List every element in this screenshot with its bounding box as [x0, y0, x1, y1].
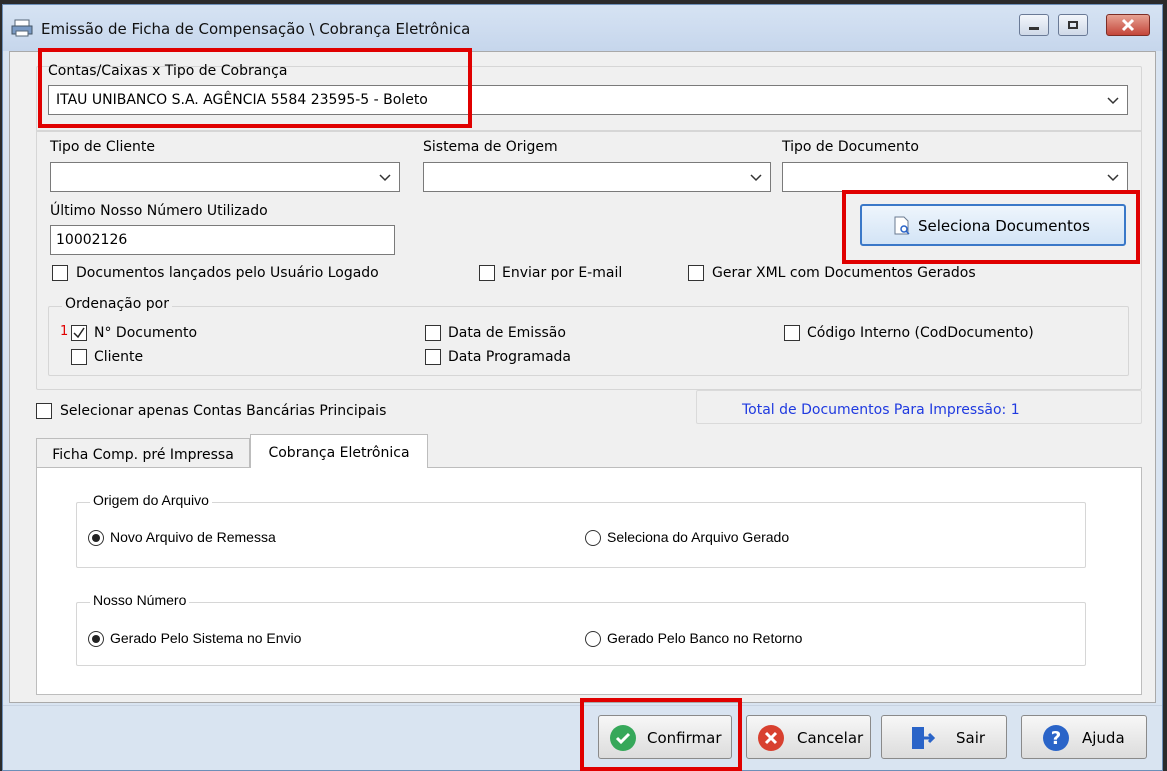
sair-button[interactable]: Sair [881, 715, 1007, 759]
enviar-email-label: Enviar por E-mail [502, 265, 623, 281]
highlight-contas [38, 48, 472, 128]
seleciona-arquivo-radio[interactable] [585, 530, 601, 546]
tipo-cliente-combo[interactable] [50, 162, 400, 192]
data-emissao-label: Data de Emissão [448, 325, 566, 341]
minimize-icon [1029, 26, 1039, 30]
n-documento-checkbox[interactable] [71, 325, 87, 341]
gerar-xml-label: Gerar XML com Documentos Gerados [712, 265, 976, 281]
ajuda-label: Ajuda [1082, 729, 1125, 747]
usuario-logado-label: Documentos lançados pelo Usuário Logado [76, 265, 379, 281]
tipo-cliente-label: Tipo de Cliente [50, 139, 156, 155]
cancelar-label: Cancelar [797, 729, 864, 747]
close-icon [1121, 18, 1135, 32]
printer-app-icon [11, 19, 33, 37]
window-title: Emissão de Ficha de Compensação \ Cobran… [41, 20, 471, 38]
data-programada-checkbox[interactable] [425, 349, 441, 365]
ordenacao-title: Ordenação por [62, 296, 172, 312]
minimize-button[interactable] [1019, 14, 1049, 36]
codigo-interno-label: Código Interno (CodDocumento) [807, 325, 1034, 341]
gerado-banco-radio[interactable] [585, 631, 601, 647]
ultimo-nosso-numero-field[interactable]: 10002126 [50, 225, 395, 255]
maximize-icon [1068, 21, 1078, 29]
ajuda-button[interactable]: ? Ajuda [1021, 715, 1147, 759]
gerado-banco-label: Gerado Pelo Banco no Retorno [607, 630, 803, 646]
tab-cobranca-eletronica[interactable]: Cobrança Eletrônica [250, 434, 428, 468]
sistema-origem-label: Sistema de Origem [423, 139, 558, 155]
n-documento-label: N° Documento [94, 325, 198, 341]
chevron-down-icon [379, 174, 391, 182]
nosso-numero-title: Nosso Número [90, 592, 190, 608]
enviar-email-checkbox[interactable] [479, 265, 495, 281]
data-emissao-checkbox[interactable] [425, 325, 441, 341]
dialog-body: Contas/Caixas x Tipo de Cobrança ITAU UN… [9, 51, 1156, 703]
cancel-circle-icon [758, 725, 784, 751]
highlight-seleciona [842, 190, 1140, 264]
tipo-documento-label: Tipo de Documento [782, 139, 919, 155]
gerar-xml-checkbox[interactable] [688, 265, 704, 281]
exit-door-icon [912, 727, 936, 749]
total-documentos: Total de Documentos Para Impressão: 1 [742, 402, 1020, 418]
data-programada-label: Data Programada [448, 349, 571, 365]
highlight-confirmar [580, 698, 742, 771]
chevron-down-icon [750, 174, 762, 182]
chevron-down-icon [1107, 174, 1119, 182]
contas-principais-label: Selecionar apenas Contas Bancárias Princ… [60, 403, 387, 419]
contas-principais-checkbox[interactable] [36, 403, 52, 419]
help-icon: ? [1043, 725, 1069, 751]
usuario-logado-checkbox[interactable] [52, 265, 68, 281]
order-number: 1 [60, 324, 69, 339]
novo-arquivo-label: Novo Arquivo de Remessa [110, 529, 276, 545]
ultimo-nosso-numero-value: 10002126 [56, 232, 128, 248]
tab-label: Cobrança Eletrônica [268, 445, 410, 461]
checkmark-icon [73, 327, 85, 339]
codigo-interno-checkbox[interactable] [784, 325, 800, 341]
chevron-down-icon [1107, 97, 1119, 105]
title-bar: Emissão de Ficha de Compensação \ Cobran… [3, 5, 1162, 51]
svg-text:?: ? [1051, 728, 1061, 749]
novo-arquivo-radio[interactable] [88, 530, 104, 546]
maximize-button[interactable] [1058, 14, 1088, 36]
ultimo-nosso-numero-label: Último Nosso Número Utilizado [50, 203, 268, 219]
ordenacao-group [48, 306, 1129, 376]
cliente-checkbox[interactable] [71, 349, 87, 365]
cancelar-button[interactable]: Cancelar [746, 715, 871, 759]
sair-label: Sair [956, 729, 986, 747]
tab-label: Ficha Comp. pré Impressa [52, 447, 234, 463]
cliente-label: Cliente [94, 349, 144, 365]
close-button[interactable] [1106, 14, 1150, 36]
gerado-sistema-radio[interactable] [88, 631, 104, 647]
gerado-sistema-label: Gerado Pelo Sistema no Envio [110, 630, 302, 646]
tab-ficha-pre-impressa[interactable]: Ficha Comp. pré Impressa [36, 438, 250, 468]
origem-arquivo-title: Origem do Arquivo [90, 492, 212, 508]
seleciona-arquivo-label: Seleciona do Arquivo Gerado [607, 529, 790, 545]
sistema-origem-combo[interactable] [423, 162, 771, 192]
tipo-documento-combo[interactable] [782, 162, 1128, 192]
